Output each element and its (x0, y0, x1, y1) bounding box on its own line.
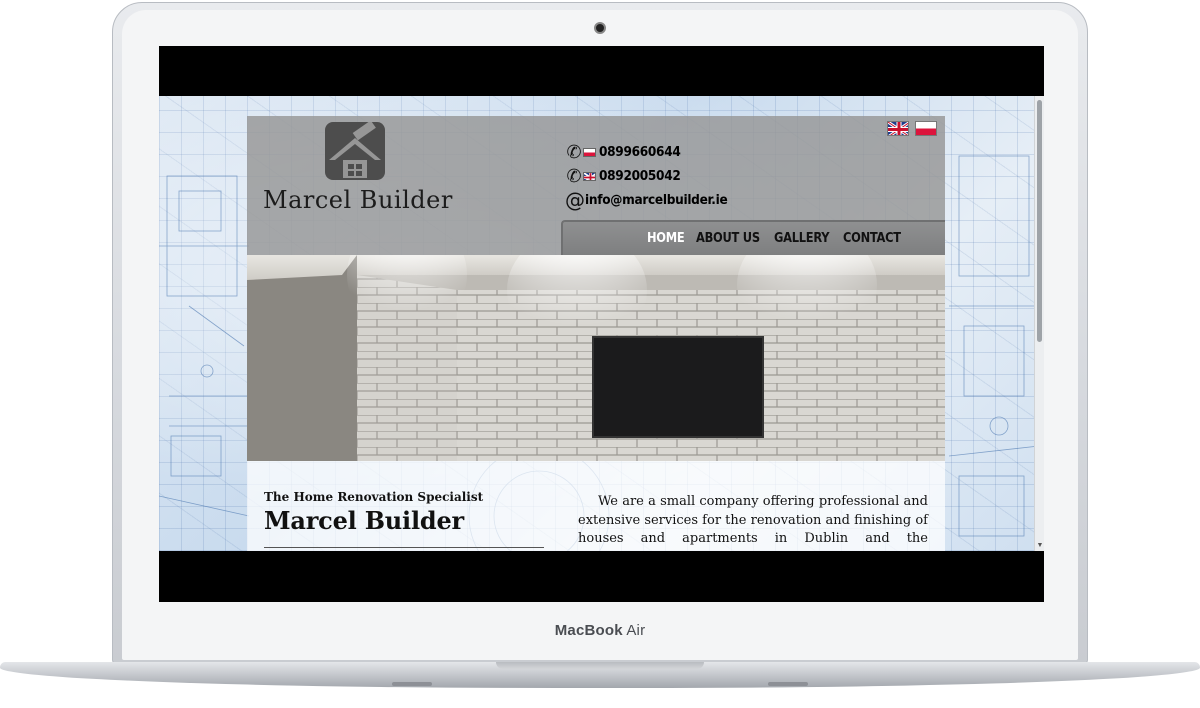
at-icon: @ (565, 188, 585, 212)
phone-pl: 0899660644 (599, 144, 681, 160)
phone-uk: 0892005042 (599, 168, 681, 184)
brick-wall-tv-photo (247, 255, 945, 461)
nav-home[interactable]: HOME (647, 231, 685, 246)
language-selector (887, 121, 937, 136)
phone-icon: ✆ (566, 141, 582, 163)
scroll-down-icon[interactable]: ▼ (1036, 542, 1044, 550)
email-link[interactable]: info@marcelbuilder.ie (585, 192, 728, 208)
website-page: Marcel Builder ✆ 0899660644 ✆ 0892005042… (247, 116, 945, 551)
page-title: Marcel Builder (264, 506, 464, 535)
uk-flag-icon (583, 171, 596, 181)
intro-section: The Home Renovation Specialist Marcel Bu… (247, 461, 945, 551)
tagline: The Home Renovation Specialist (264, 490, 484, 504)
contact-info: ✆ 0899660644 ✆ 0892005042 @ info@marcelb… (565, 140, 728, 213)
laptop-hinge-notch (496, 662, 704, 669)
scrollbar-thumb[interactable] (1037, 100, 1042, 342)
browser-viewport: Marcel Builder ✆ 0899660644 ✆ 0892005042… (159, 96, 1044, 551)
poland-flag-icon (583, 147, 596, 157)
laptop-brand-label: MacBook Air (0, 622, 1200, 639)
intro-paragraph: We are a small company offering professi… (578, 494, 928, 551)
brand-name: MacBook (554, 622, 623, 639)
divider (264, 547, 544, 548)
vertical-scrollbar[interactable]: ▼ (1034, 96, 1044, 551)
nav-about-us[interactable]: ABOUT US (696, 231, 760, 246)
nav-contact[interactable]: CONTACT (843, 231, 901, 246)
laptop-foot (768, 682, 808, 686)
webcam-icon (594, 22, 606, 34)
uk-flag-icon[interactable] (887, 121, 909, 136)
logo-text[interactable]: Marcel Builder (263, 186, 453, 214)
email-row[interactable]: @ info@marcelbuilder.ie (565, 188, 728, 212)
laptop-foot (392, 682, 432, 686)
phone-icon: ✆ (566, 165, 582, 187)
hero-image (247, 255, 945, 461)
poland-flag-icon[interactable] (915, 121, 937, 136)
brand-model: Air (626, 622, 646, 639)
site-header: Marcel Builder ✆ 0899660644 ✆ 0892005042… (247, 116, 945, 255)
nav-gallery[interactable]: GALLERY (774, 231, 830, 246)
phone-pl-row[interactable]: ✆ 0899660644 (565, 140, 727, 164)
phone-uk-row[interactable]: ✆ 0892005042 (565, 164, 727, 188)
main-nav: HOME ABOUT US GALLERY CONTACT (561, 220, 945, 255)
